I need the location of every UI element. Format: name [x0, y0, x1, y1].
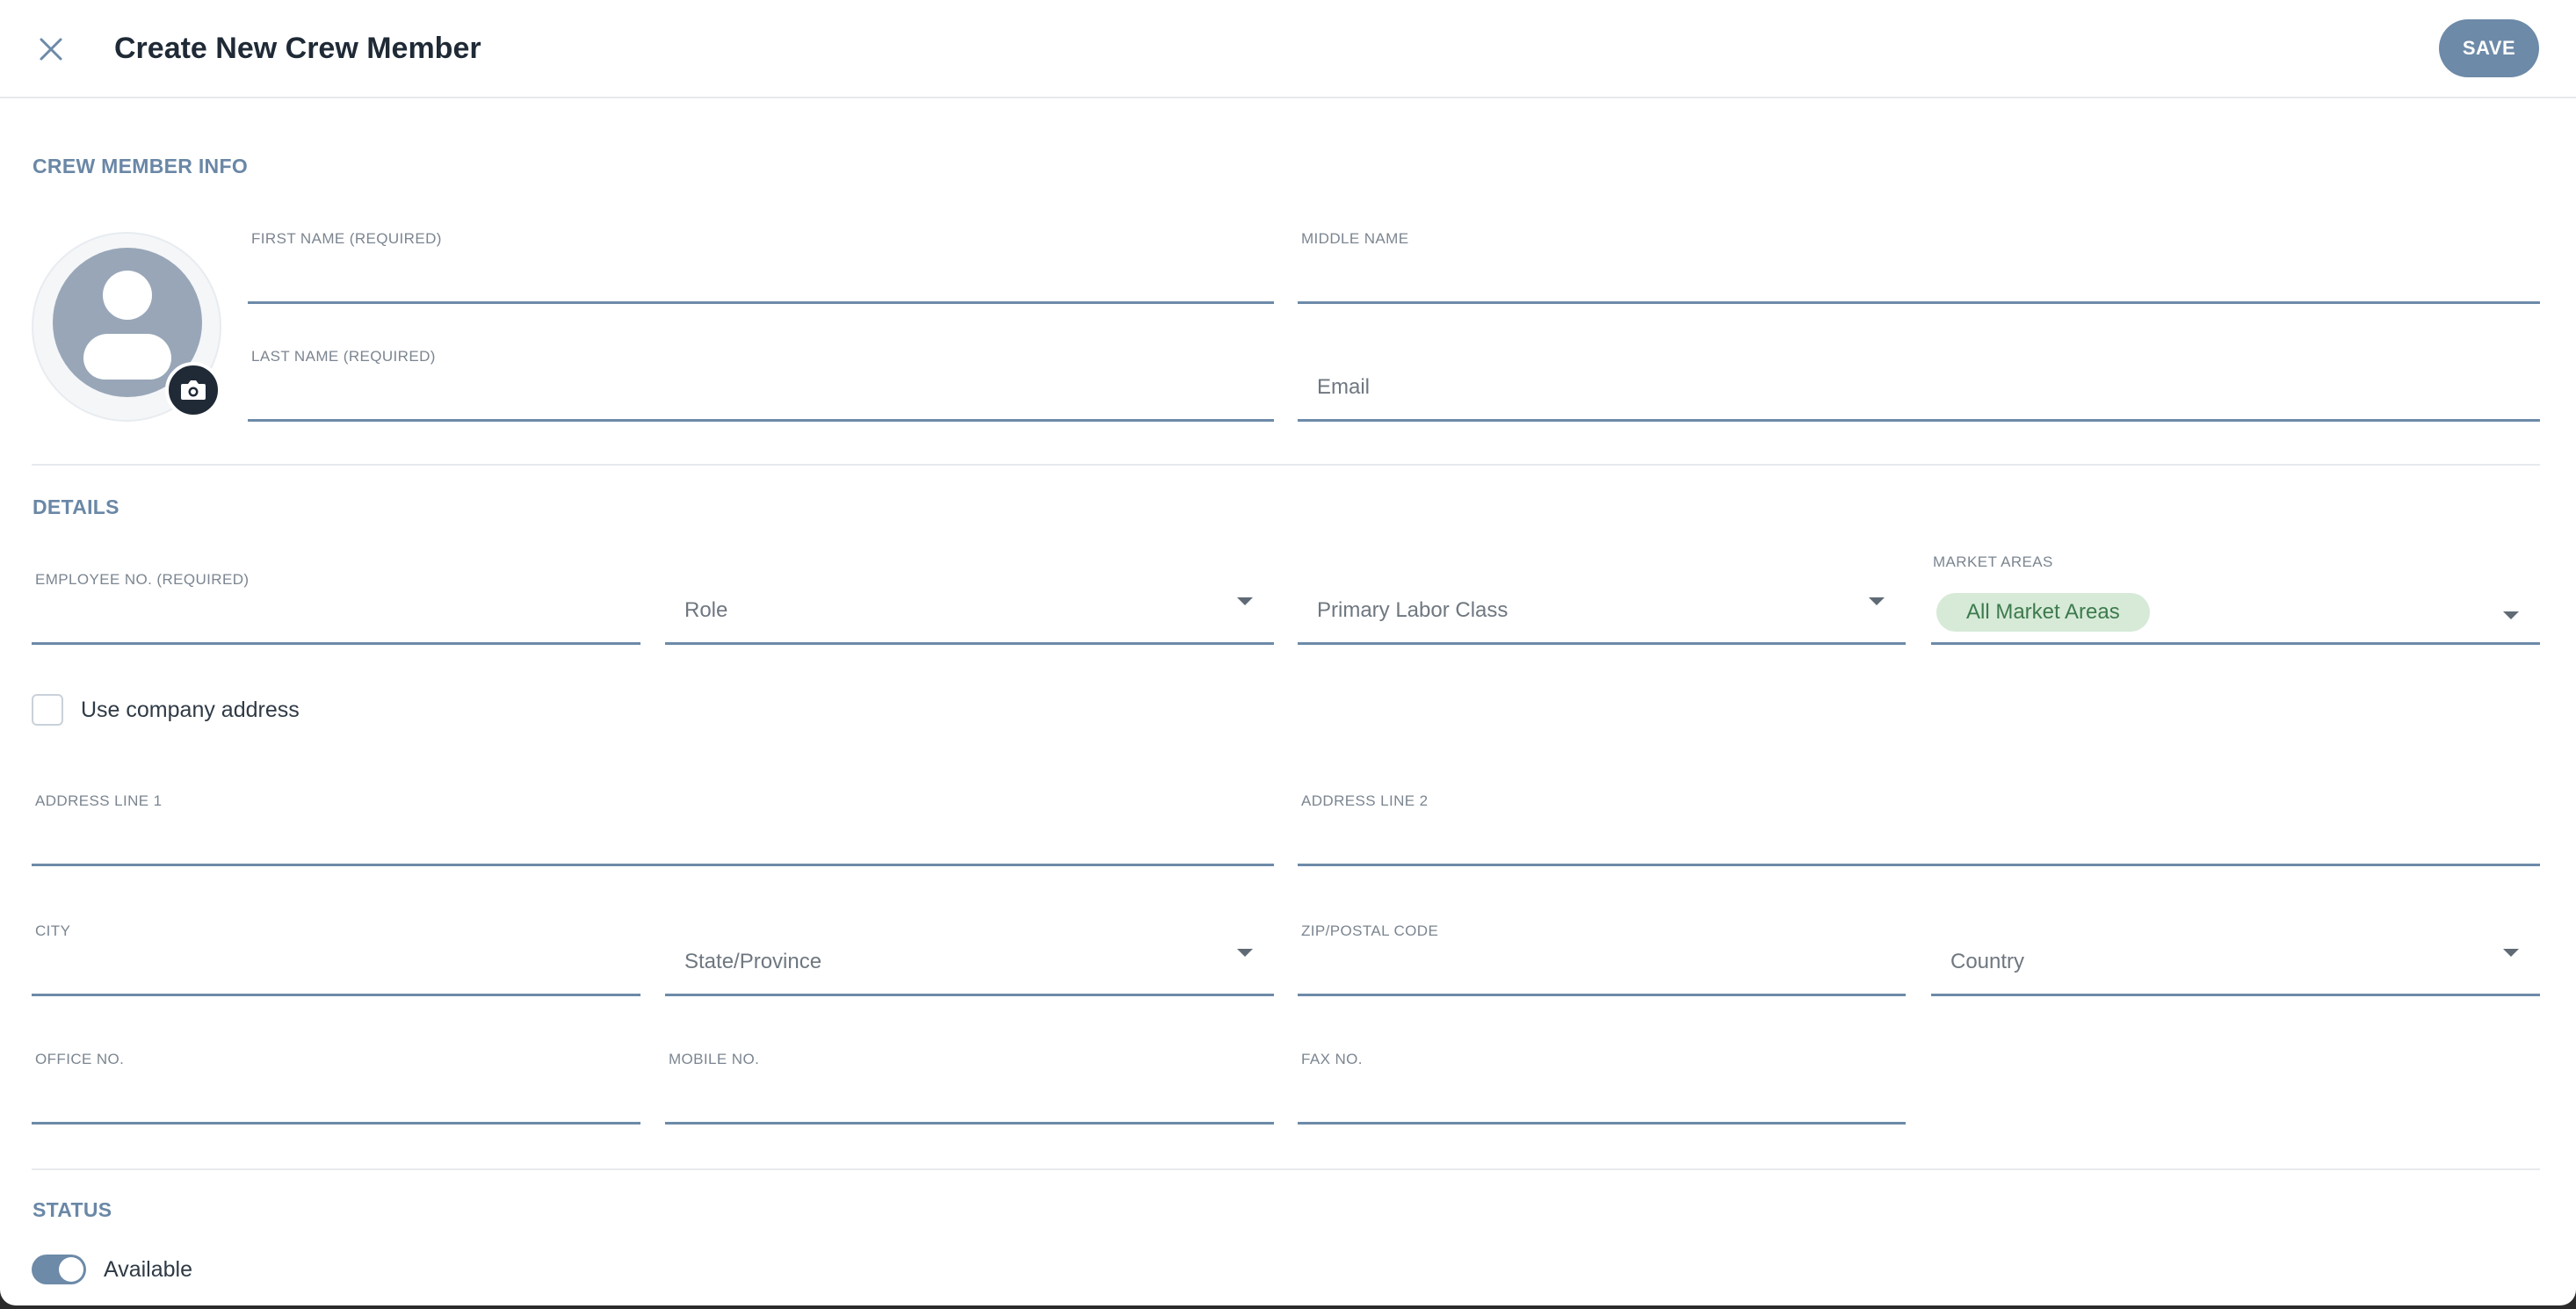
- first-name-input[interactable]: [248, 256, 1274, 301]
- address-line-2-label: ADDRESS LINE 2: [1301, 792, 1429, 809]
- middle-name-input[interactable]: [1298, 256, 2540, 301]
- email-input[interactable]: [1298, 356, 2540, 419]
- toggle-knob: [59, 1257, 83, 1282]
- divider: [32, 1168, 2540, 1170]
- state-province-value: State/Province: [684, 950, 822, 973]
- available-label: Available: [104, 1257, 193, 1282]
- close-button[interactable]: [32, 30, 70, 69]
- email-field[interactable]: [1298, 337, 2540, 422]
- address-line-2-input[interactable]: [1298, 818, 2540, 864]
- market-areas-label: MARKET AREAS: [1933, 553, 2053, 570]
- address-line-1-label: ADDRESS LINE 1: [35, 792, 163, 809]
- chevron-down-icon: [2503, 949, 2519, 957]
- address-line-1-field[interactable]: ADDRESS LINE 1: [32, 782, 1274, 866]
- state-province-select[interactable]: State/Province: [665, 912, 1274, 996]
- section-title-details: DETAILS: [33, 495, 119, 518]
- city-field[interactable]: CITY: [32, 912, 640, 996]
- mobile-no-input[interactable]: [665, 1076, 1274, 1122]
- mobile-no-label: MOBILE NO.: [669, 1051, 760, 1067]
- chevron-down-icon: [1237, 949, 1253, 957]
- middle-name-label: MIDDLE NAME: [1301, 230, 1409, 247]
- last-name-input[interactable]: [248, 373, 1274, 419]
- available-toggle[interactable]: [32, 1255, 86, 1284]
- fax-no-input[interactable]: [1298, 1076, 1906, 1122]
- zip-postal-code-label: ZIP/POSTAL CODE: [1301, 922, 1439, 939]
- section-title-crew-member-info: CREW MEMBER INFO: [33, 155, 249, 177]
- middle-name-field[interactable]: MIDDLE NAME: [1298, 220, 2540, 304]
- chevron-down-icon: [2503, 611, 2519, 619]
- mobile-no-field[interactable]: MOBILE NO.: [665, 1040, 1274, 1125]
- city-input[interactable]: [32, 948, 640, 994]
- save-button[interactable]: SAVE: [2439, 19, 2539, 77]
- employee-no-field[interactable]: EMPLOYEE NO. (REQUIRED): [32, 560, 640, 645]
- use-company-address-checkbox[interactable]: [32, 694, 63, 726]
- zip-postal-code-input[interactable]: [1298, 948, 1906, 994]
- primary-labor-class-select[interactable]: Primary Labor Class: [1298, 560, 1906, 645]
- first-name-field[interactable]: FIRST NAME (REQUIRED): [248, 220, 1274, 304]
- first-name-label: FIRST NAME (REQUIRED): [251, 230, 442, 247]
- market-area-chip[interactable]: All Market Areas: [1936, 593, 2150, 632]
- address-line-2-field[interactable]: ADDRESS LINE 2: [1298, 782, 2540, 866]
- use-company-address-label: Use company address: [81, 698, 300, 722]
- city-label: CITY: [35, 922, 71, 939]
- primary-labor-class-value: Primary Labor Class: [1317, 598, 1509, 622]
- employee-no-label: EMPLOYEE NO. (REQUIRED): [35, 571, 250, 588]
- create-crew-member-dialog: Create New Crew Member SAVE CREW MEMBER …: [0, 0, 2576, 1305]
- chevron-down-icon: [1237, 597, 1253, 605]
- camera-icon: [181, 380, 206, 400]
- role-select[interactable]: Role: [665, 560, 1274, 645]
- last-name-label: LAST NAME (REQUIRED): [251, 348, 436, 365]
- country-value: Country: [1950, 950, 2025, 973]
- employee-no-input[interactable]: [32, 597, 640, 642]
- market-areas-select[interactable]: MARKET AREAS All Market Areas: [1931, 545, 2540, 645]
- fax-no-field[interactable]: FAX NO.: [1298, 1040, 1906, 1125]
- country-select[interactable]: Country: [1931, 912, 2540, 996]
- divider: [32, 464, 2540, 466]
- close-icon: [40, 38, 62, 61]
- upload-photo-button[interactable]: [165, 362, 221, 418]
- office-no-label: OFFICE NO.: [35, 1051, 125, 1067]
- office-no-field[interactable]: OFFICE NO.: [32, 1040, 640, 1125]
- role-select-value: Role: [684, 598, 728, 622]
- fax-no-label: FAX NO.: [1301, 1051, 1363, 1067]
- chevron-down-icon: [1869, 597, 1885, 605]
- page-title: Create New Crew Member: [114, 32, 481, 65]
- header-bar: Create New Crew Member SAVE: [0, 0, 2576, 98]
- section-title-status: STATUS: [33, 1198, 112, 1221]
- last-name-field[interactable]: LAST NAME (REQUIRED): [248, 337, 1274, 422]
- office-no-input[interactable]: [32, 1076, 640, 1122]
- zip-postal-code-field[interactable]: ZIP/POSTAL CODE: [1298, 912, 1906, 996]
- address-line-1-input[interactable]: [32, 818, 1274, 864]
